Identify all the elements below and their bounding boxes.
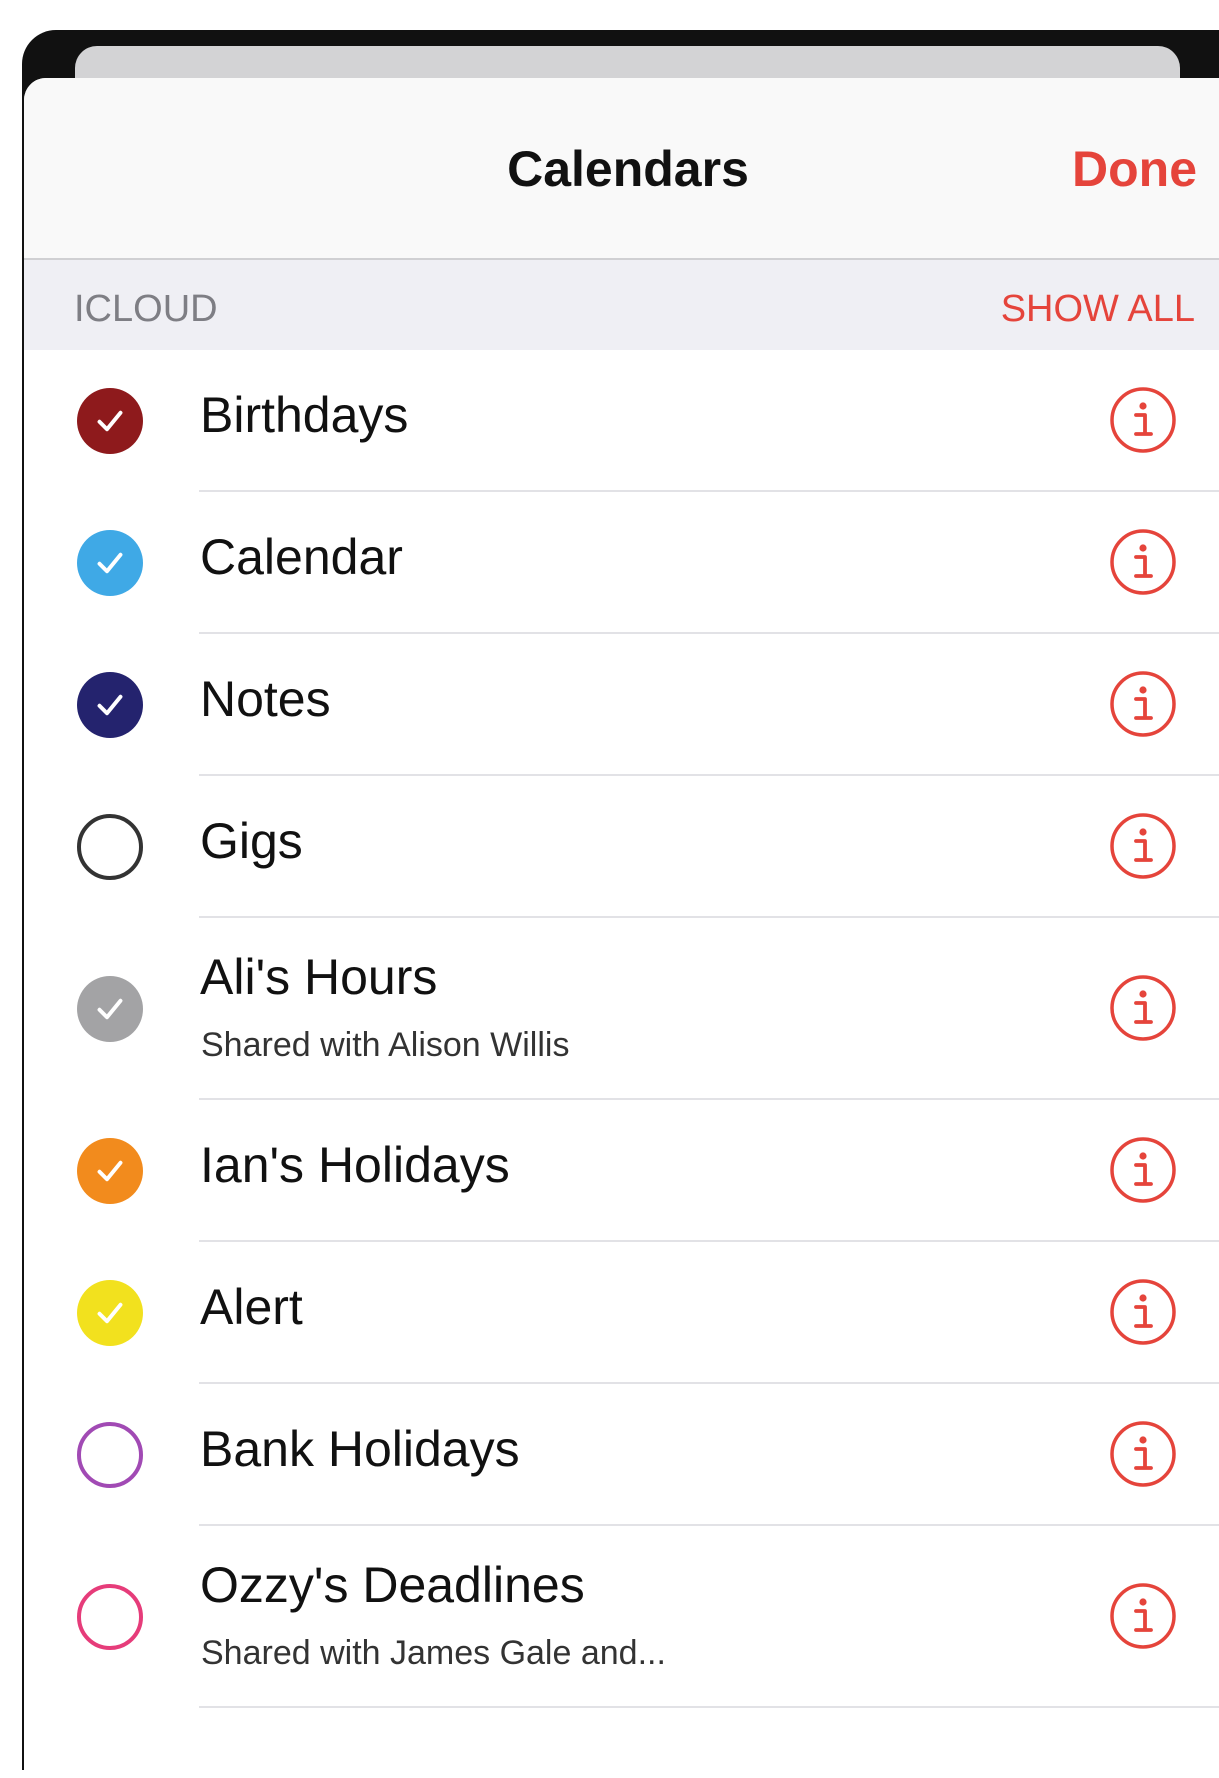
calendar-shared-subtitle: Shared with James Gale and... xyxy=(201,1634,666,1672)
info-icon xyxy=(1110,1583,1176,1649)
calendar-name: Calendar xyxy=(200,529,403,585)
info-button[interactable] xyxy=(1109,1420,1177,1488)
calendar-row[interactable]: Alert xyxy=(24,1242,1219,1384)
info-button[interactable] xyxy=(1109,1136,1177,1204)
info-button[interactable] xyxy=(1109,1278,1177,1346)
calendar-row[interactable]: Ian's Holidays xyxy=(24,1100,1219,1242)
checked-circle-toggle[interactable] xyxy=(77,976,143,1042)
done-button[interactable]: Done xyxy=(1072,140,1197,198)
calendar-row[interactable]: Birthdays xyxy=(24,350,1219,492)
calendar-row[interactable]: Ozzy's Deadlines Shared with James Gale a… xyxy=(24,1526,1219,1708)
info-button[interactable] xyxy=(1109,974,1177,1042)
info-button[interactable] xyxy=(1109,670,1177,738)
info-icon xyxy=(1110,1421,1176,1487)
info-icon xyxy=(1110,813,1176,879)
calendar-name: Alert xyxy=(200,1279,303,1335)
calendar-row[interactable]: Bank Holidays xyxy=(24,1384,1219,1526)
info-button[interactable] xyxy=(1109,812,1177,880)
calendar-row[interactable]: Gigs xyxy=(24,776,1219,918)
calendar-name: Ali's Hours xyxy=(200,949,438,1005)
info-icon xyxy=(1110,387,1176,453)
calendar-name: Ozzy's Deadlines xyxy=(200,1557,585,1613)
checked-circle-toggle[interactable] xyxy=(77,530,143,596)
section-header-icloud: ICLOUD SHOW ALL xyxy=(24,260,1219,350)
checkmark-icon xyxy=(97,998,123,1020)
page-title: Calendars xyxy=(507,141,749,197)
calendars-sheet: Calendars Done ICLOUD SHOW ALL Birthdays… xyxy=(24,78,1219,1778)
unchecked-circle-toggle[interactable] xyxy=(77,814,143,880)
info-icon xyxy=(1110,975,1176,1041)
calendar-row[interactable]: Calendar xyxy=(24,492,1219,634)
checkmark-icon xyxy=(97,694,123,716)
calendar-name: Gigs xyxy=(200,813,303,869)
checkmark-icon xyxy=(97,1302,123,1324)
calendar-row[interactable]: Ali's Hours Shared with Alison Willis xyxy=(24,918,1219,1100)
checkmark-icon xyxy=(97,410,123,432)
calendar-shared-subtitle: Shared with Alison Willis xyxy=(201,1026,570,1064)
navigation-bar: Calendars Done xyxy=(24,78,1219,260)
calendar-name: Bank Holidays xyxy=(200,1421,520,1477)
info-icon xyxy=(1110,1137,1176,1203)
info-button[interactable] xyxy=(1109,528,1177,596)
calendar-name: Ian's Holidays xyxy=(200,1137,510,1193)
info-icon xyxy=(1110,1279,1176,1345)
checked-circle-toggle[interactable] xyxy=(77,1138,143,1204)
checkmark-icon xyxy=(97,552,123,574)
show-all-button[interactable]: SHOW ALL xyxy=(1001,288,1195,331)
info-icon xyxy=(1110,529,1176,595)
unchecked-circle-toggle[interactable] xyxy=(77,1422,143,1488)
checked-circle-toggle[interactable] xyxy=(77,388,143,454)
calendar-row[interactable]: Notes xyxy=(24,634,1219,776)
checkmark-icon xyxy=(97,1160,123,1182)
info-button[interactable] xyxy=(1109,386,1177,454)
unchecked-circle-toggle[interactable] xyxy=(77,1584,143,1650)
section-title: ICLOUD xyxy=(74,288,218,330)
info-button[interactable] xyxy=(1109,1582,1177,1650)
info-icon xyxy=(1110,671,1176,737)
calendar-name: Notes xyxy=(200,671,331,727)
checked-circle-toggle[interactable] xyxy=(77,672,143,738)
row-divider xyxy=(199,1706,1219,1708)
calendar-name: Birthdays xyxy=(200,387,409,443)
calendar-list: Birthdays Calendar Notes Gigs Ali's Hours Sha… xyxy=(24,350,1219,1708)
checked-circle-toggle[interactable] xyxy=(77,1280,143,1346)
